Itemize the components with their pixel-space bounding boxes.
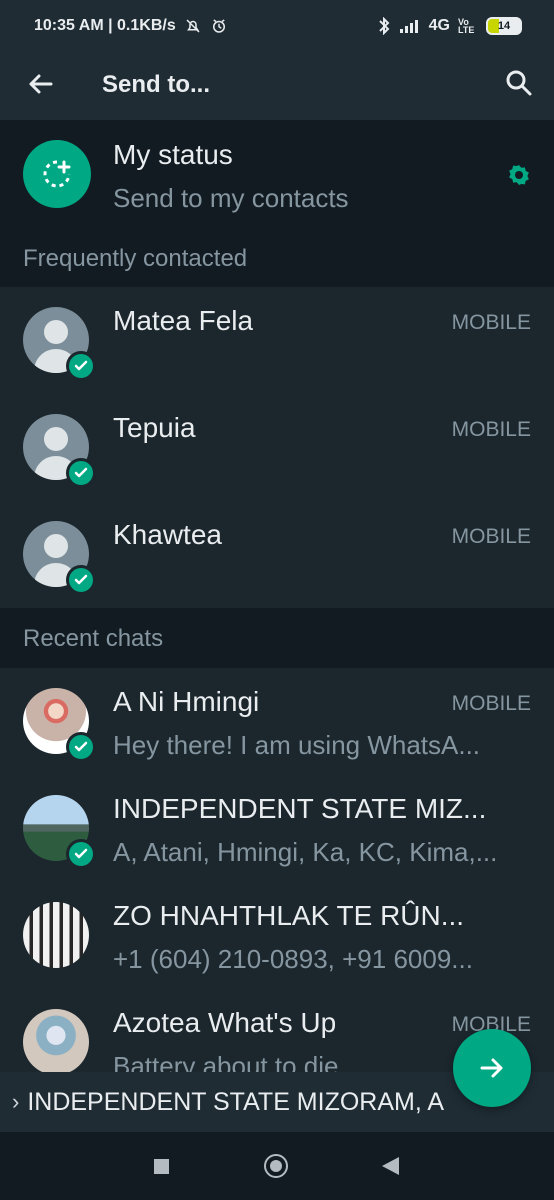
send-icon	[480, 1058, 503, 1078]
chat-subtitle: A, Atani, Hmingi, Ka, KC, Kima,...	[113, 837, 498, 867]
contact-row[interactable]: Khawtea MOBILE	[0, 501, 554, 608]
status-settings-button[interactable]	[504, 160, 534, 190]
status-avatar	[23, 140, 91, 208]
send-button[interactable]	[453, 1029, 531, 1107]
top-app-bar: Send to...	[0, 52, 554, 120]
system-status-bar: 10:35 AM | 0.1KB/s 4G Vo LTE 14	[0, 0, 554, 52]
time-and-speed: 10:35 AM | 0.1KB/s	[34, 17, 176, 34]
chat-row[interactable]: ZO HNAHTHLAK TE RÛN... +1 (604) 210-0893…	[0, 882, 554, 989]
chat-avatar	[23, 902, 89, 968]
settings-icon	[509, 165, 529, 185]
contact-row[interactable]: Tepuia MOBILE	[0, 394, 554, 501]
page-title: Send to...	[102, 71, 210, 98]
chat-name: Azotea What's Up	[113, 1007, 337, 1038]
back-button[interactable]	[25, 69, 55, 99]
chevron-right-icon: ›	[12, 1089, 20, 1114]
system-navigation-bar	[0, 1133, 554, 1200]
network-type: 4G	[428, 17, 450, 34]
bluetooth-icon	[377, 17, 391, 35]
volte-label: Vo LTE	[458, 17, 475, 35]
contact-type: MOBILE	[451, 525, 531, 548]
search-button[interactable]	[502, 66, 536, 100]
status-left: 10:35 AM | 0.1KB/s	[34, 17, 228, 35]
my-status-row[interactable]: My status Send to my contacts	[0, 120, 554, 232]
battery-icon: 14	[486, 17, 522, 35]
selected-check-icon	[66, 732, 96, 762]
chat-row[interactable]: INDEPENDENT STATE MIZ... A, Atani, Hming…	[0, 775, 554, 882]
chat-row[interactable]: A Ni Hmingi MOBILE Hey there! I am using…	[0, 668, 554, 775]
contact-name: Matea Fela	[113, 305, 254, 336]
contact-name: Khawtea	[113, 519, 222, 550]
chat-name: ZO HNAHTHLAK TE RÛN...	[113, 900, 465, 931]
selected-check-icon	[66, 458, 96, 488]
signal-icon	[399, 18, 421, 34]
selected-check-icon	[66, 565, 96, 595]
recents-button[interactable]	[154, 1159, 169, 1174]
selected-check-icon	[66, 839, 96, 869]
contact-type: MOBILE	[451, 692, 531, 715]
chat-avatar	[23, 1009, 89, 1075]
home-button[interactable]	[264, 1154, 288, 1178]
selected-check-icon	[66, 351, 96, 381]
system-back-button[interactable]	[382, 1157, 399, 1175]
search-icon	[506, 70, 532, 96]
recent-chats-header: Recent chats	[0, 612, 554, 666]
my-status-subtitle: Send to my contacts	[113, 183, 349, 213]
contact-name: Tepuia	[113, 412, 196, 443]
frequent-contacts-list: Matea Fela MOBILE Tepuia MOBILE Khawtea …	[0, 287, 554, 608]
chat-subtitle: +1 (604) 210-0893, +91 6009...	[113, 944, 473, 974]
frequently-contacted-header: Frequently contacted	[0, 232, 554, 286]
chat-name: A Ni Hmingi	[113, 686, 260, 717]
contact-type: MOBILE	[451, 311, 531, 334]
status-right: 4G Vo LTE 14	[377, 17, 522, 35]
contact-row[interactable]: Matea Fela MOBILE	[0, 287, 554, 394]
chat-subtitle: Hey there! I am using WhatsA...	[113, 730, 481, 760]
chat-name: INDEPENDENT STATE MIZ...	[113, 793, 487, 824]
contact-type: MOBILE	[451, 418, 531, 441]
notification-off-icon	[184, 17, 202, 35]
selected-recipients: INDEPENDENT STATE MIZORAM, A	[27, 1087, 445, 1116]
back-arrow-icon	[29, 74, 53, 94]
alarm-icon	[210, 17, 228, 35]
battery-level: 14	[497, 20, 511, 32]
my-status-title: My status	[113, 139, 233, 170]
status-add-icon	[43, 160, 71, 188]
recent-chats-list: A Ni Hmingi MOBILE Hey there! I am using…	[0, 668, 554, 1075]
